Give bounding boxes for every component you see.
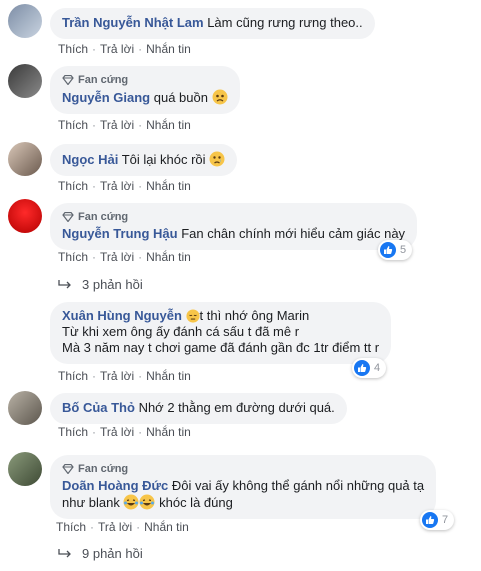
comment-text-line-2: Từ khi xem ông ấy đánh cá sấu t đã mê r <box>62 324 300 339</box>
comment-actions: Thích · Trả lời · Nhắn tin <box>56 520 189 534</box>
commenter-name[interactable]: Trần Nguyễn Nhật Lam <box>62 15 204 30</box>
comment-bubble: Fan cứng Doãn Hoàng Đức Đôi vai ấy không… <box>50 455 437 519</box>
like-link[interactable]: Thích <box>58 42 88 56</box>
avatar[interactable] <box>8 302 42 336</box>
comment-text: Nhớ 2 thằng em đường dưới quá. <box>138 400 335 415</box>
avatar[interactable] <box>8 64 42 98</box>
laughing-tears-emoji <box>123 494 139 510</box>
reaction-count[interactable]: 4 <box>352 358 387 378</box>
comment-bubble: Fan cứng Nguyễn Trung Hậu Fan chân chính… <box>50 203 418 250</box>
comment-actions: Thích · Trả lời · Nhắn tin <box>58 118 191 132</box>
comment-bubble: Trần Nguyễn Nhật Lam Làm cũng rưng rưng … <box>50 8 375 39</box>
reply-link[interactable]: Trả lời <box>100 118 134 132</box>
view-replies-link[interactable]: 9 phản hồi <box>58 546 143 561</box>
like-link[interactable]: Thích <box>58 369 88 383</box>
message-link[interactable]: Nhắn tin <box>146 118 191 132</box>
commenter-name[interactable]: Doãn Hoàng Đức <box>62 478 168 493</box>
reaction-count[interactable]: 7 <box>420 510 455 530</box>
comment-bubble: Xuân Hùng Nguyễn t thì nhớ ông Marin Từ … <box>50 302 392 364</box>
like-icon <box>422 512 438 528</box>
fan-badge: Fan cứng <box>62 73 228 87</box>
message-link[interactable]: Nhắn tin <box>144 520 189 534</box>
message-link[interactable]: Nhắn tin <box>146 179 191 193</box>
avatar[interactable] <box>8 4 42 38</box>
comment-actions: Thích · Trả lời · Nhắn tin <box>58 425 191 439</box>
diamond-icon <box>62 212 74 222</box>
like-link[interactable]: Thích <box>56 520 86 534</box>
reply-link[interactable]: Trả lời <box>100 179 134 193</box>
like-link[interactable]: Thích <box>58 118 88 132</box>
message-link[interactable]: Nhắn tin <box>146 250 191 264</box>
commenter-name[interactable]: Xuân Hùng Nguyễn <box>62 308 182 323</box>
like-link[interactable]: Thích <box>58 179 88 193</box>
laughing-tears-emoji <box>139 494 155 510</box>
message-link[interactable]: Nhắn tin <box>146 42 191 56</box>
commenter-name[interactable]: Bố Của Thỏ <box>62 400 135 415</box>
comment-text: Fan chân chính mới hiểu cảm giác này <box>181 226 406 241</box>
comment-bubble: Ngọc Hải Tôi lại khóc rồi <box>50 144 238 176</box>
comment-text-line-3: Mà 3 năm nay t chơi game đã đánh gần đc … <box>62 340 380 355</box>
comment-bubble: Fan cứng Nguyễn Giang quá buồn <box>50 66 240 114</box>
reply-link[interactable]: Trả lời <box>100 42 134 56</box>
sad-face-emoji <box>212 89 228 105</box>
like-icon <box>380 242 396 258</box>
comment-text: quá buồn <box>153 90 208 105</box>
comment-text: Tôi lại khóc rồi <box>121 152 206 167</box>
commenter-name[interactable]: Nguyễn Giang <box>62 90 150 105</box>
comment-text: Làm cũng rưng rưng theo.. <box>207 15 363 30</box>
comment-actions: Thích · Trả lời · Nhắn tin <box>58 179 191 193</box>
reply-link[interactable]: Trả lời <box>100 369 134 383</box>
avatar[interactable] <box>8 199 42 233</box>
reply-link[interactable]: Trả lời <box>98 520 132 534</box>
message-link[interactable]: Nhắn tin <box>146 425 191 439</box>
crying-face-emoji <box>209 151 225 167</box>
message-link[interactable]: Nhắn tin <box>146 369 191 383</box>
comment-bubble: Bố Của Thỏ Nhớ 2 thằng em đường dưới quá… <box>50 393 347 424</box>
comment-actions: Thích · Trả lời · Nhắn tin <box>58 250 191 264</box>
view-replies-link[interactable]: 3 phản hồi <box>58 277 143 292</box>
commenter-name[interactable]: Nguyễn Trung Hậu <box>62 226 178 241</box>
avatar[interactable] <box>8 391 42 425</box>
commenter-name[interactable]: Ngọc Hải <box>62 152 118 167</box>
pensive-face-emoji <box>185 309 200 323</box>
reply-arrow-icon <box>58 548 71 557</box>
avatar[interactable] <box>8 452 42 486</box>
comment-actions: Thích · Trả lời · Nhắn tin <box>58 42 191 56</box>
comment-text-line-1: Đôi vai ấy không thể gánh nổi những quả … <box>171 478 425 493</box>
reply-arrow-icon <box>58 279 71 288</box>
like-icon <box>354 360 370 376</box>
reply-link[interactable]: Trả lời <box>100 425 134 439</box>
comment-text-line-1: t thì nhớ ông Marin <box>199 308 310 323</box>
like-link[interactable]: Thích <box>58 250 88 264</box>
diamond-icon <box>62 464 74 474</box>
reply-link[interactable]: Trả lời <box>100 250 134 264</box>
fan-badge: Fan cứng <box>62 462 424 476</box>
avatar[interactable] <box>8 142 42 176</box>
fan-badge: Fan cứng <box>62 210 405 224</box>
diamond-icon <box>62 75 74 85</box>
like-link[interactable]: Thích <box>58 425 88 439</box>
reaction-count[interactable]: 5 <box>378 240 413 260</box>
comment-actions: Thích · Trả lời · Nhắn tin <box>58 369 191 383</box>
